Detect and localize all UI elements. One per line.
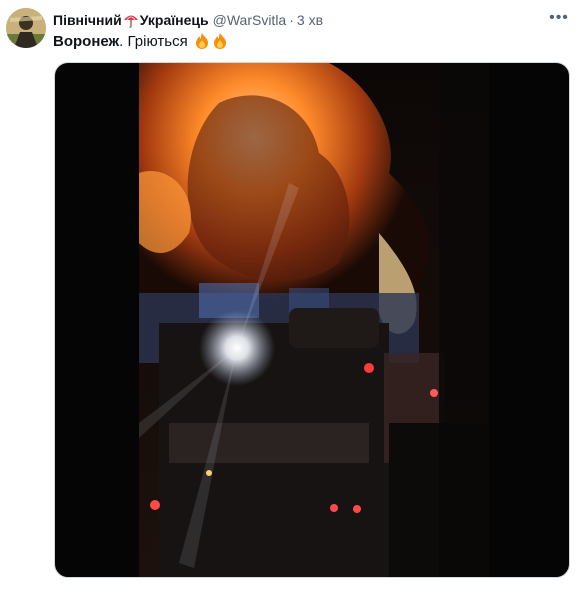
user-handle[interactable]: @WarSvitla — [213, 12, 287, 28]
more-options-button[interactable]: ••• — [547, 8, 571, 28]
fire-icon — [195, 33, 208, 49]
separator-dot: · — [289, 12, 294, 28]
display-name-part1: Північний — [53, 12, 122, 28]
tweet-text: Воронеж. Гріються — [53, 31, 228, 51]
timestamp[interactable]: 3 хв — [297, 12, 323, 28]
media-video[interactable] — [54, 62, 570, 578]
tweet[interactable]: Північний Українець @WarSvitla · 3 хв ••… — [0, 0, 581, 593]
fire-icon — [213, 33, 226, 49]
umbrella-icon — [123, 15, 138, 28]
fire-scene-image — [139, 63, 489, 577]
avatar[interactable] — [6, 8, 46, 48]
tweet-header: Північний Українець @WarSvitla · 3 хв — [53, 10, 547, 30]
display-name[interactable]: Північний Українець — [53, 12, 209, 28]
display-name-part2: Українець — [139, 12, 209, 28]
avatar-icon — [6, 8, 46, 48]
tweet-text-bold: Воронеж — [53, 32, 120, 50]
more-icon: ••• — [549, 9, 569, 26]
tweet-text-rest: . Гріються — [119, 32, 188, 50]
video-frame[interactable] — [139, 63, 489, 577]
